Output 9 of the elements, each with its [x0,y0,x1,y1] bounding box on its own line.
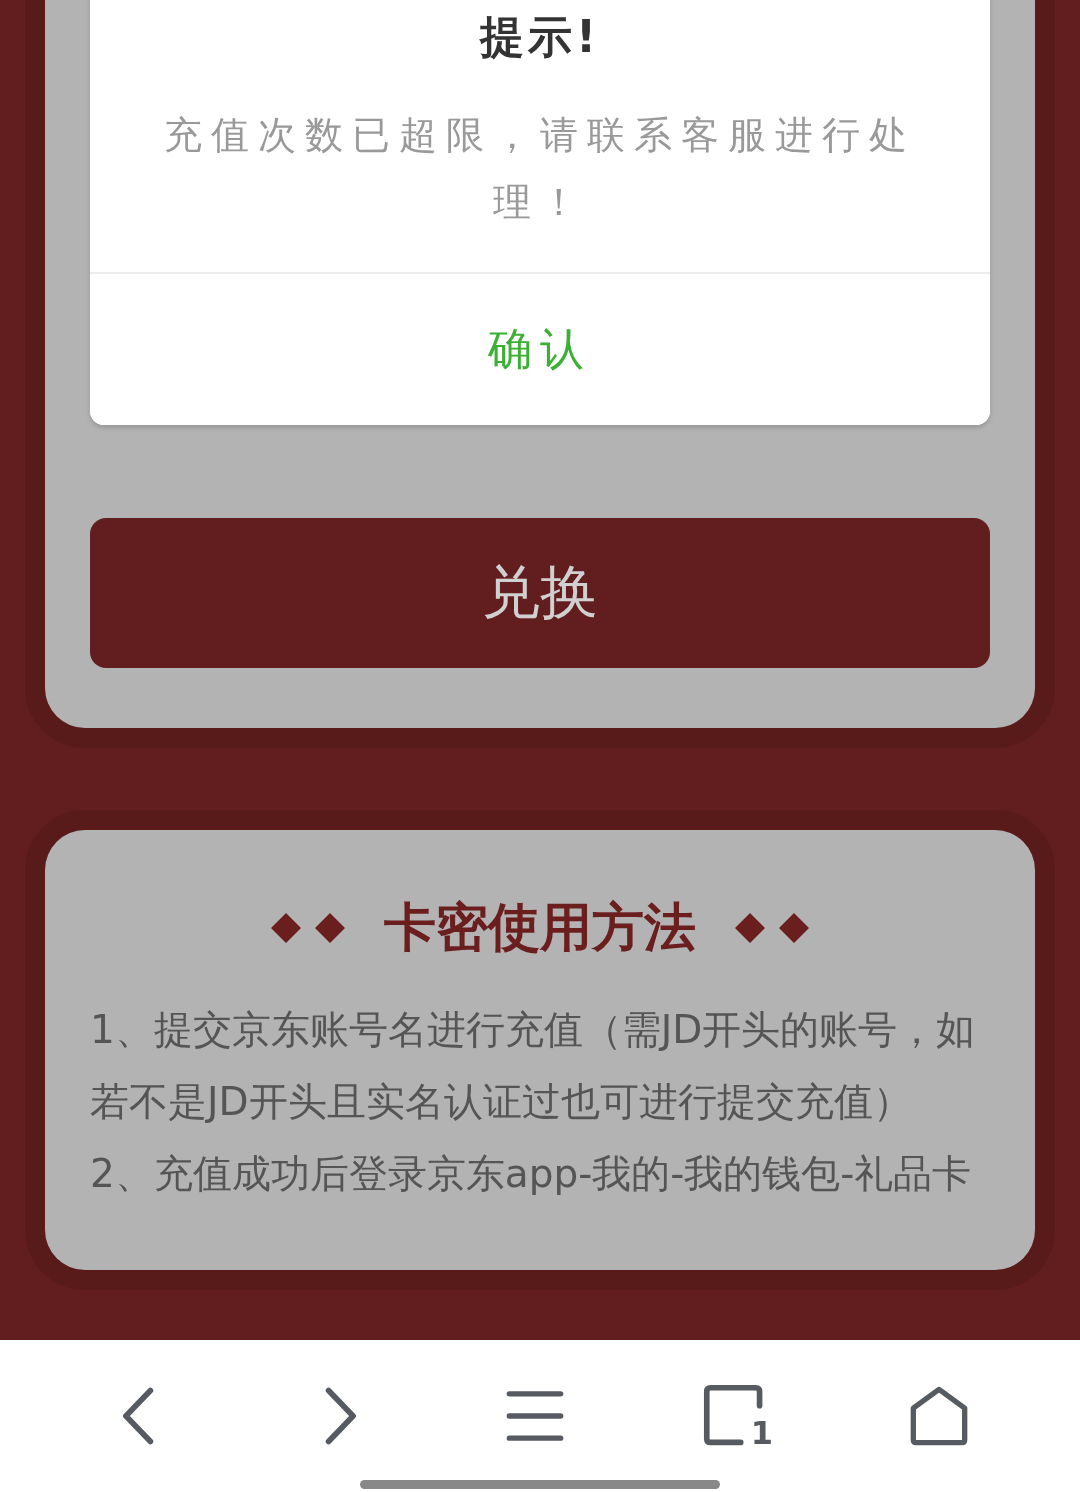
dialog-title: 提示! [478,10,602,64]
instruction-text: 2、充值成功后登录京东app-我的-我的钱包-礼品卡 [90,1150,973,1198]
diamonds-icon [270,911,346,945]
tabs-button[interactable]: 1 [701,1383,773,1449]
diamonds-icon [734,911,810,945]
section-title: 卡密使用方法 [384,896,696,959]
exchange-button[interactable]: 兑换 [90,518,990,668]
dialog-message: 充值次数已超限，请联系客服进行处理！ [163,112,917,226]
instruction-text: 1、提交京东账号名进行充值（需JD开头的账号，如若不是JD开头且实名认证过也可进行提交充值） [90,1006,977,1126]
